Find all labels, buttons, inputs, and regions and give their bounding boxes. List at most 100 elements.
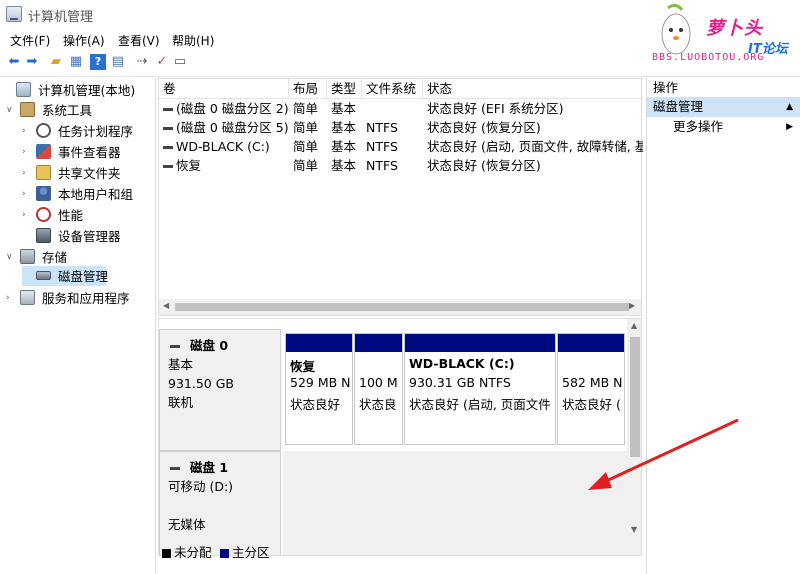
column-header-type[interactable]: 类型 [327, 79, 362, 99]
tree-item-computer-management[interactable]: 计算机管理(本地) [2, 80, 135, 100]
tree-item-device-manager[interactable]: 设备管理器 [22, 226, 120, 246]
tree-item-shared-folders[interactable]: › 共享文件夹 [22, 163, 120, 183]
tree-label: 事件查看器 [57, 145, 121, 160]
cell-filesystem: NTFS [366, 158, 398, 173]
cell-volume: (磁盘 0 磁盘分区 2) [176, 101, 289, 116]
cell-volume: WD-BLACK (C:) [176, 139, 270, 154]
cell-layout: 简单 [293, 158, 319, 173]
computer-management-icon [6, 6, 22, 22]
more-actions-label: 更多操作 [673, 119, 724, 134]
back-icon[interactable]: ⬅ [6, 54, 22, 70]
expander[interactable]: ∨ [6, 252, 16, 262]
expander[interactable]: › [22, 210, 32, 220]
column-header-layout[interactable]: 布局 [289, 79, 327, 99]
actions-header: 操作 [647, 78, 800, 98]
volume-list-header: 卷 布局 类型 文件系统 状态 [159, 79, 643, 99]
device-manager-icon [35, 228, 51, 243]
disk-status: 无媒体 [168, 517, 206, 532]
partition-recovery-2[interactable]: 582 MB N 状态良好 ( [557, 333, 625, 445]
scrollbar-thumb[interactable] [630, 337, 640, 457]
partition-efi[interactable]: 100 M 状态良 [354, 333, 403, 445]
volume-icon [163, 165, 173, 168]
tools-icon [19, 102, 35, 117]
partition-c-drive[interactable]: WD-BLACK (C:) 930.31 GB NTFS 状态良好 (启动, 页… [404, 333, 556, 445]
navigation-tree: 计算机管理(本地) ∨ 系统工具 › 任务计划程序 › 事件查看器 › 共享文件… [0, 78, 156, 574]
cell-type: 基本 [331, 158, 357, 173]
scroll-left-icon[interactable]: ◀ [163, 301, 169, 310]
forward-icon[interactable]: ➡ [24, 54, 40, 70]
forum-logo: 萝卜头 IT论坛 BBS.LUOBOTOU.ORG [650, 2, 800, 70]
volume-icon [163, 127, 173, 130]
tree-label: 存储 [41, 250, 67, 265]
tree-item-storage[interactable]: ∨ 存储 [6, 247, 67, 267]
cell-filesystem: NTFS [366, 120, 398, 135]
check-icon[interactable]: ✓ [154, 54, 170, 70]
disk-type: 可移动 (D:) [168, 479, 234, 494]
expander[interactable]: › [22, 126, 32, 136]
legend-swatch [162, 549, 171, 558]
partition-bar [558, 334, 624, 352]
vertical-scrollbar[interactable]: ▲ ▼ [627, 319, 641, 555]
up-folder-icon[interactable]: ▰ [48, 54, 64, 70]
scrollbar-thumb[interactable] [175, 303, 629, 311]
cell-volume: (磁盘 0 磁盘分区 5) [176, 120, 289, 135]
disk-type: 基本 [168, 357, 194, 372]
expander[interactable]: › [22, 189, 32, 199]
disk-size: 931.50 GB [168, 376, 234, 391]
connect-icon[interactable]: ⇢ [134, 54, 150, 70]
table-row[interactable]: (磁盘 0 磁盘分区 2) 简单 基本 状态良好 (EFI 系统分区) [159, 99, 643, 118]
tree-item-local-users-groups[interactable]: › 本地用户和组 [22, 184, 133, 204]
expander[interactable]: › [22, 147, 32, 157]
scroll-down-icon[interactable]: ▼ [631, 525, 637, 534]
column-header-status[interactable]: 状态 [423, 79, 643, 99]
menu-action[interactable]: 操作(A) [63, 32, 105, 49]
disk-icon [170, 345, 180, 348]
help-icon[interactable]: ? [90, 54, 106, 70]
menu-help[interactable]: 帮助(H) [172, 32, 214, 49]
export-icon[interactable]: ▭ [172, 54, 188, 70]
horizontal-scrollbar[interactable]: ◀ ▶ [159, 299, 641, 315]
table-row[interactable]: 恢复 简单 基本 NTFS 状态良好 (恢复分区) [159, 156, 643, 175]
scroll-up-icon[interactable]: ▲ [631, 321, 637, 330]
disk-name: 磁盘 0 [190, 338, 229, 353]
column-header-volume[interactable]: 卷 [159, 79, 289, 99]
table-row[interactable]: (磁盘 0 磁盘分区 5) 简单 基本 NTFS 状态良好 (恢复分区) [159, 118, 643, 137]
expander[interactable]: ∨ [6, 105, 16, 115]
partition-name: 恢复 [290, 359, 316, 374]
more-actions-item[interactable]: 更多操作 ▶ [647, 117, 800, 137]
disk-0-info[interactable]: 磁盘 0 基本 931.50 GB 联机 [159, 329, 281, 451]
cell-layout: 简单 [293, 139, 319, 154]
collapse-triangle-icon[interactable]: ▲ [786, 97, 793, 117]
tree-item-task-scheduler[interactable]: › 任务计划程序 [22, 121, 133, 141]
column-header-filesystem[interactable]: 文件系统 [362, 79, 423, 99]
cell-type: 基本 [331, 139, 357, 154]
cell-volume: 恢复 [176, 158, 202, 173]
expander[interactable]: › [6, 293, 16, 303]
tree-item-performance[interactable]: › 性能 [22, 205, 83, 225]
menu-file[interactable]: 文件(F) [10, 32, 50, 49]
scroll-right-icon[interactable]: ▶ [629, 301, 635, 310]
tree-item-system-tools[interactable]: ∨ 系统工具 [6, 100, 92, 120]
menu-view[interactable]: 查看(V) [118, 32, 160, 49]
show-hide-tree-icon[interactable]: ▦ [68, 54, 84, 70]
tree-item-services-applications[interactable]: › 服务和应用程序 [6, 288, 129, 308]
properties-icon[interactable]: ▤ [110, 54, 126, 70]
volume-icon [163, 146, 173, 149]
tree-item-event-viewer[interactable]: › 事件查看器 [22, 142, 120, 162]
cell-status: 状态良好 (EFI 系统分区) [427, 101, 564, 116]
expander[interactable]: › [22, 168, 32, 178]
tree-label: 服务和应用程序 [41, 291, 130, 306]
table-row[interactable]: WD-BLACK (C:) 简单 基本 NTFS 状态良好 (启动, 页面文件,… [159, 137, 643, 156]
partition-status: 状态良 [359, 397, 397, 412]
actions-pane: 操作 磁盘管理 ▲ 更多操作 ▶ [646, 78, 800, 574]
computer-icon [15, 82, 31, 97]
tree-label: 性能 [57, 208, 83, 223]
partition-recovery[interactable]: 恢复 529 MB N 状态良好 [285, 333, 353, 445]
partition-bar [355, 334, 402, 352]
actions-section-disk-management[interactable]: 磁盘管理 ▲ [647, 97, 800, 117]
cell-filesystem [362, 99, 423, 118]
tree-item-disk-management[interactable]: 磁盘管理 [22, 266, 108, 286]
legend-item-primary: 主分区 [220, 542, 270, 561]
partition-size: 930.31 GB NTFS [409, 375, 511, 390]
